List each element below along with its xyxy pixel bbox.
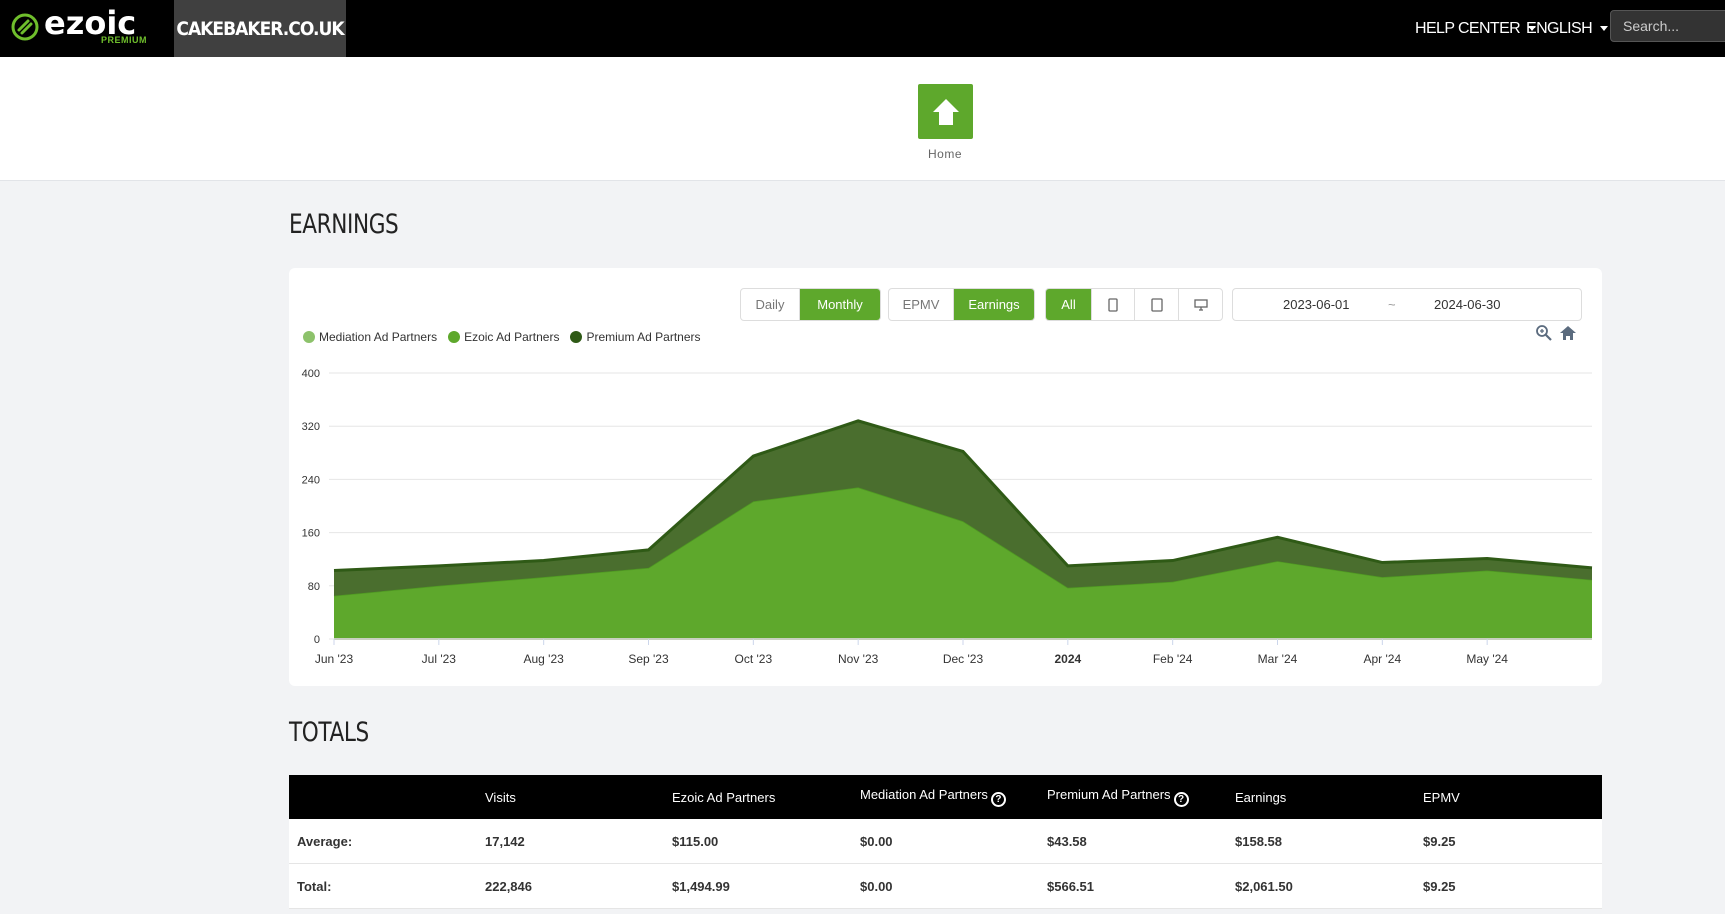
cell-premium: $566.51 [1047, 878, 1094, 894]
row-label: Average: [297, 833, 353, 849]
column-header-label: Mediation Ad Partners [860, 787, 988, 802]
table-row-average: Average: 17,142 $115.00 $0.00 $43.58 $15… [289, 819, 1602, 864]
x-tick-label: Jul '23 [422, 652, 457, 666]
column-header-visits: Visits [485, 789, 516, 805]
app-launcher-bar: Home [0, 57, 1725, 181]
row-label: Total: [297, 878, 332, 894]
cell-ezoic: $1,494.99 [672, 878, 730, 894]
logo-premium-badge: PREMIUM [101, 35, 147, 45]
table-row-total: Total: 222,846 $1,494.99 $0.00 $566.51 $… [289, 864, 1602, 909]
column-header-premium: Premium Ad Partners? [1047, 787, 1189, 807]
cell-premium: $43.58 [1047, 833, 1087, 849]
table-header: Visits Ezoic Ad Partners Mediation Ad Pa… [289, 775, 1602, 819]
search-input[interactable] [1610, 10, 1725, 42]
x-tick-label: May '24 [1466, 652, 1508, 666]
x-tick-label: Oct '23 [735, 652, 773, 666]
x-tick-label: Dec '23 [943, 652, 984, 666]
cell-earnings: $2,061.50 [1235, 878, 1293, 894]
totals-table: Visits Ezoic Ad Partners Mediation Ad Pa… [289, 775, 1602, 909]
cell-epmv: $9.25 [1423, 878, 1456, 894]
ezoic-logo-icon [11, 13, 39, 41]
x-tick-label: Apr '24 [1364, 652, 1402, 666]
home-icon [932, 98, 959, 125]
home-app-button[interactable] [918, 84, 973, 139]
cell-visits: 222,846 [485, 878, 532, 894]
y-tick-label: 240 [302, 474, 320, 486]
cell-visits: 17,142 [485, 833, 525, 849]
y-tick-label: 0 [314, 634, 320, 646]
x-tick-label: Jun '23 [315, 652, 354, 666]
cell-earnings: $158.58 [1235, 833, 1282, 849]
cell-epmv: $9.25 [1423, 833, 1456, 849]
earnings-area-chart: 0 80 160 240 320 400 Jun '23 Jul '23 Aug '23 Sep … [302, 368, 1593, 666]
x-tick-label: Nov '23 [838, 652, 879, 666]
caret-down-icon [1600, 26, 1609, 31]
x-tick-label: Sep '23 [628, 652, 669, 666]
column-header-epmv: EPMV [1423, 789, 1460, 805]
x-tick-label: Mar '24 [1258, 652, 1298, 666]
cell-ezoic: $115.00 [672, 833, 719, 849]
x-tick-label: Feb '24 [1153, 652, 1193, 666]
column-header-ezoic: Ezoic Ad Partners [672, 789, 776, 805]
y-tick-label: 80 [308, 581, 320, 593]
help-center-label: HELP CENTER [1415, 19, 1521, 37]
column-header-mediation: Mediation Ad Partners? [860, 787, 1006, 807]
site-selector-tab[interactable]: CAKEBAKER.CO.UK [174, 0, 346, 57]
top-navigation-bar: ezoic PREMIUM CAKEBAKER.CO.UK HELP CENTE… [0, 0, 1725, 57]
y-tick-label: 160 [302, 528, 320, 540]
earnings-title: EARNINGS [289, 209, 399, 240]
x-tick-label: 2024 [1054, 652, 1081, 666]
home-label: Home [927, 147, 962, 161]
ezoic-logo[interactable]: ezoic PREMIUM [10, 4, 160, 50]
column-header-label: Premium Ad Partners [1047, 787, 1171, 802]
help-icon[interactable]: ? [990, 792, 1006, 807]
help-center-menu[interactable]: HELP CENTER [1415, 0, 1537, 57]
totals-title: TOTALS [289, 717, 369, 748]
language-label: ENGLISH [1526, 19, 1593, 37]
earnings-chart-card: Daily Monthly EPMV Earnings All 2023-06-… [289, 268, 1602, 686]
language-menu[interactable]: ENGLISH [1526, 0, 1609, 57]
y-tick-label: 320 [302, 421, 320, 433]
y-tick-label: 400 [302, 368, 320, 380]
cell-mediation: $0.00 [860, 878, 893, 894]
column-header-earnings: Earnings [1235, 789, 1287, 805]
help-icon[interactable]: ? [1173, 792, 1189, 807]
cell-mediation: $0.00 [860, 833, 893, 849]
x-tick-label: Aug '23 [524, 652, 565, 666]
